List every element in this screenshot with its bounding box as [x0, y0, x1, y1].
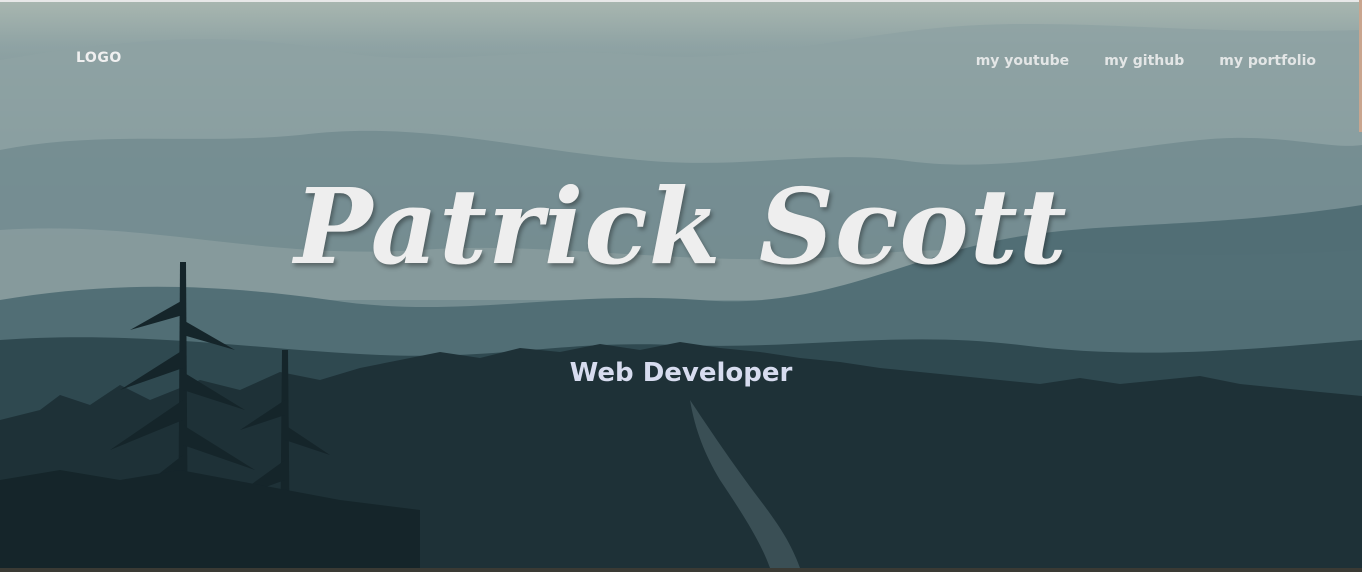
- logo-link[interactable]: LOGO: [76, 50, 122, 66]
- hero-title: Patrick Scott: [294, 165, 1068, 288]
- bottom-strip: [0, 568, 1362, 572]
- nav-link-youtube[interactable]: my youtube: [976, 53, 1069, 69]
- nav-item-portfolio: my portfolio: [1219, 50, 1316, 69]
- nav-links: my youtube my github my portfolio: [976, 50, 1316, 69]
- nav-link-github[interactable]: my github: [1104, 53, 1184, 69]
- nav-item-github: my github: [1104, 50, 1184, 69]
- hero-subtitle: Web Developer: [569, 358, 793, 388]
- nav-item-youtube: my youtube: [976, 50, 1069, 69]
- top-border: [0, 0, 1362, 2]
- top-navigation: LOGO my youtube my github my portfolio: [0, 48, 1362, 70]
- nav-link-portfolio[interactable]: my portfolio: [1219, 53, 1316, 69]
- hero-section: LOGO my youtube my github my portfolio P…: [0, 0, 1362, 568]
